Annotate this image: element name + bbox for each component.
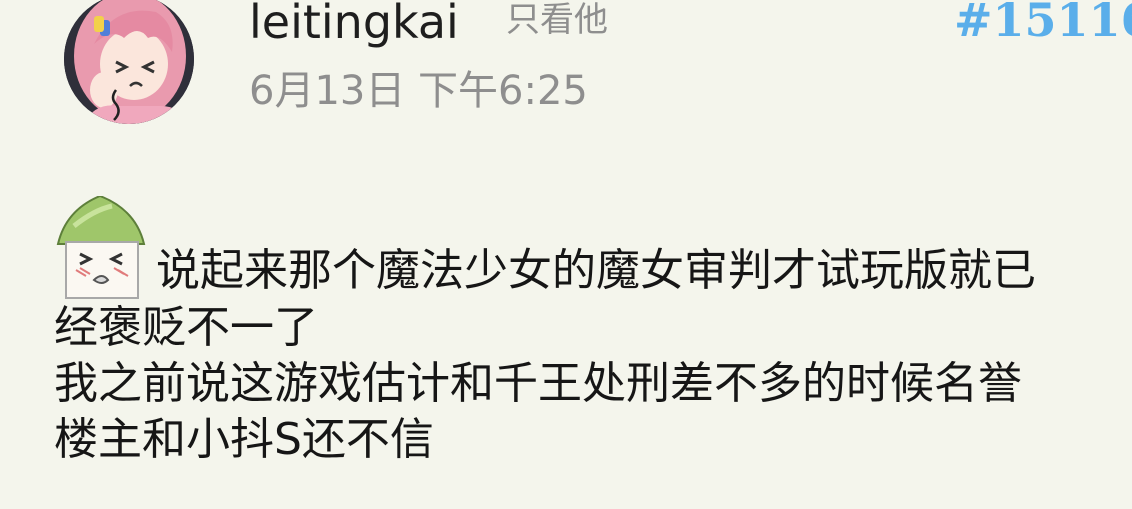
content-text: 我之前说这游戏估计和千王处刑差不多的时候名誉 [54,358,1022,409]
content-line: 楼主和小抖S还不信 [54,412,1132,468]
post-timestamp: 6月13日 下午6:25 [249,68,588,114]
content-text: 经褒贬不一了 [54,302,318,353]
floor-number-link[interactable]: #151166 [954,0,1132,50]
content-line: 说起来那个魔法少女的魔女审判才试玩版就已 [54,196,1132,300]
mushroom-sticker-icon [54,196,148,300]
user-avatar[interactable] [64,0,194,124]
content-line: 我之前说这游戏估计和千王处刑差不多的时候名誉 [54,356,1132,412]
post-card: leitingkai 只看他 #151166 6月13日 下午6:25 [0,0,1132,509]
username[interactable]: leitingkai [249,0,459,52]
only-view-author-link[interactable]: 只看他 [506,0,608,44]
anime-girl-avatar-icon [64,0,194,124]
content-text: 楼主和小抖S还不信 [54,414,434,465]
content-line: 经褒贬不一了 [54,300,1132,356]
post-content: 说起来那个魔法少女的魔女审判才试玩版就已 经褒贬不一了 我之前说这游戏估计和千王… [54,196,1132,468]
content-text: 说起来那个魔法少女的魔女审判才试玩版就已 [156,245,1036,296]
